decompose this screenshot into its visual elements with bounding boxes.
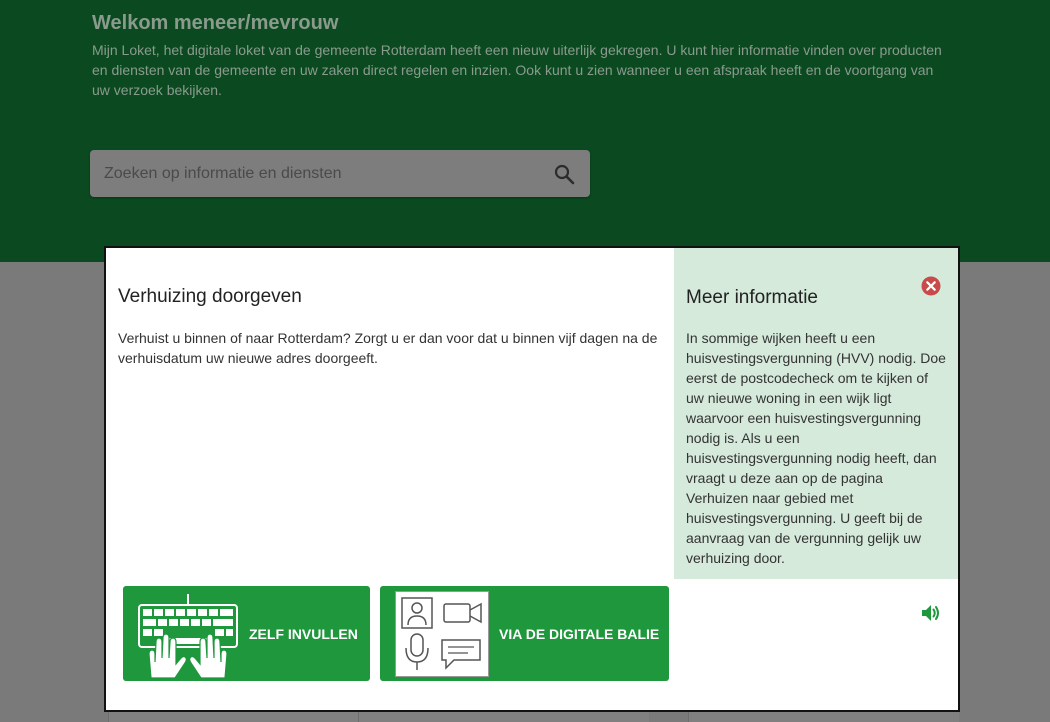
search-input[interactable]: [90, 150, 530, 197]
search-icon[interactable]: [552, 162, 576, 186]
modal-title: Verhuizing doorgeven: [118, 286, 302, 307]
service-modal: Verhuizing doorgeven Verhuist u binnen o…: [104, 246, 960, 712]
keyboard-hands-icon: [138, 594, 238, 679]
digital-counter-label: VIA DE DIGITALE BALIE: [499, 626, 660, 642]
info-text: In sommige wijken heeft u een huisvestin…: [686, 330, 946, 566]
page-title: Welkom meneer/mevrouw: [92, 12, 339, 34]
search-box: [90, 150, 590, 197]
self-fill-label: ZELF INVULLEN: [249, 626, 358, 642]
info-title: Meer informatie: [686, 287, 818, 308]
speaker-icon[interactable]: [921, 604, 941, 622]
close-icon[interactable]: [921, 276, 941, 296]
modal-description: Verhuist u binnen of naar Rotterdam? Zor…: [118, 330, 658, 366]
self-fill-button[interactable]: ZELF INVULLEN: [123, 586, 370, 681]
digital-counter-icon: [395, 591, 489, 677]
intro-text: Mijn Loket, het digitale loket van de ge…: [92, 42, 942, 98]
more-info-panel: Meer informatie In sommige wijken heeft …: [674, 248, 958, 579]
digital-counter-button[interactable]: VIA DE DIGITALE BALIE: [380, 586, 669, 681]
